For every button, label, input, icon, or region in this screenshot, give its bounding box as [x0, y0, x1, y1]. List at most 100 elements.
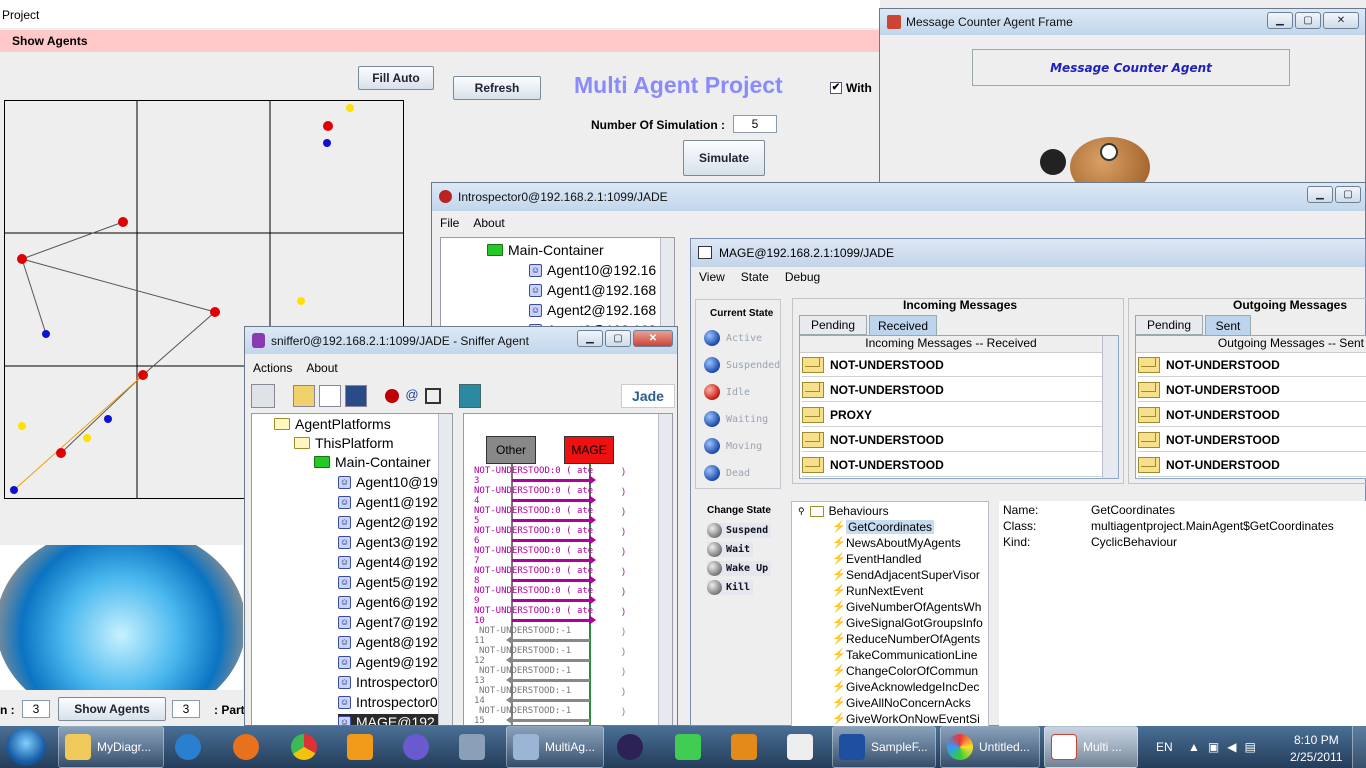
chevron-up-icon[interactable]: ▲	[1188, 740, 1200, 754]
outgoing-message-row[interactable]: NOT-UNDERSTOOD	[1138, 428, 1366, 452]
tree-this-platform[interactable]: ThisPlatform	[294, 435, 394, 451]
incoming-message-row[interactable]: NOT-UNDERSTOOD	[802, 378, 1102, 402]
outgoing-tab-pending[interactable]: Pending	[1135, 315, 1203, 335]
menu-file[interactable]: File	[440, 216, 459, 230]
taskbar-chrome[interactable]	[284, 726, 338, 768]
taskbar-tools[interactable]	[452, 726, 504, 768]
show-agents-menu[interactable]: Show Agents	[0, 30, 880, 52]
wait-button[interactable]: Wait	[707, 542, 754, 557]
incoming-scrollbar[interactable]	[1102, 336, 1118, 478]
taskbar-paint[interactable]: Untitled...	[940, 726, 1040, 768]
tree-agent[interactable]: ☺ Agent3@192	[338, 534, 440, 550]
show-agents-button[interactable]: Show Agents	[58, 697, 166, 721]
behaviours-root[interactable]: ⚲ Behaviours	[798, 504, 889, 518]
behaviour-item[interactable]: ⚡ GiveAcknowledgeIncDec	[832, 680, 979, 694]
tree-agent[interactable]: ☺ Agent9@192	[338, 654, 440, 670]
behaviour-item[interactable]: ⚡ ChangeColorOfCommun	[832, 664, 978, 678]
outgoing-message-row[interactable]: NOT-UNDERSTOOD	[1138, 378, 1366, 402]
behaviour-item[interactable]: ⚡ NewsAboutMyAgents	[832, 536, 961, 550]
taskbar-folder[interactable]: MyDiagr...	[58, 726, 164, 768]
tree-agent[interactable]: ☺ Agent4@192	[338, 554, 440, 570]
record-icon[interactable]	[385, 389, 399, 403]
menu-view[interactable]: View	[699, 270, 725, 284]
close-icon[interactable]: ✕	[1323, 12, 1359, 29]
num-sim-input[interactable]: 5	[733, 115, 777, 133]
kill-button[interactable]: Kill	[707, 580, 754, 595]
trash-icon[interactable]	[251, 384, 275, 408]
behaviour-item[interactable]: ⚡ GiveAllNoConcernAcks	[832, 696, 971, 710]
outgoing-message-row[interactable]: NOT-UNDERSTOOD	[1138, 403, 1366, 427]
sniffer-message-row[interactable]: NOT-UNDERSTOOD:0 ( ate 8)	[464, 566, 660, 586]
tree-agent-selected[interactable]: ☺ MAGE@192	[338, 714, 440, 725]
behaviour-item[interactable]: ⚡ GiveNumberOfAgentsWh	[832, 600, 981, 614]
taskbar-ie[interactable]	[168, 726, 222, 768]
maximize-icon[interactable]: ▢	[605, 330, 631, 347]
tree-main-container[interactable]: Main-Container	[487, 242, 604, 258]
tree-agent[interactable]: ☺ Agent5@192	[338, 574, 440, 590]
refresh-button[interactable]: Refresh	[453, 76, 541, 100]
save-icon[interactable]	[345, 385, 367, 407]
sniffer-message-row[interactable]: NOT-UNDERSTOOD:0 ( ate 4)	[464, 486, 660, 506]
menu-actions[interactable]: Actions	[253, 361, 292, 375]
taskbar-firefox[interactable]	[226, 726, 280, 768]
tree-agent[interactable]: ☺ Agent1@192	[338, 494, 440, 510]
taskbar-eclipse[interactable]	[610, 726, 664, 768]
behaviour-item[interactable]: ⚡ EventHandled	[832, 552, 921, 566]
taskbar-app[interactable]	[396, 726, 450, 768]
behaviour-item[interactable]: ⚡ GiveSignalGotGroupsInfo	[832, 616, 983, 630]
sniffer-message-row[interactable]: NOT-UNDERSTOOD:-1 12)	[464, 646, 660, 666]
menu-about[interactable]: About	[306, 361, 337, 375]
tree-agent[interactable]: ☺ Agent1@192.168	[529, 282, 657, 298]
suspend-button[interactable]: Suspend	[707, 523, 772, 538]
tree-agent[interactable]: ☺ Agent2@192	[338, 514, 440, 530]
with-checkbox[interactable]: ✔ With	[830, 81, 872, 95]
show-desktop-button[interactable]	[1352, 726, 1366, 768]
wake-up-button[interactable]: Wake Up	[707, 561, 772, 576]
tree-agent-platforms[interactable]: AgentPlatforms	[274, 416, 391, 432]
taskbar-windows[interactable]	[724, 726, 778, 768]
sniffer-tree-scrollbar[interactable]	[438, 414, 452, 725]
simulate-button[interactable]: Simulate	[683, 140, 765, 176]
bottom-input-1[interactable]: 3	[22, 700, 50, 718]
sniffer-message-row[interactable]: NOT-UNDERSTOOD:0 ( ate 3)	[464, 466, 660, 486]
start-button[interactable]	[6, 728, 46, 766]
taskbar-media[interactable]	[340, 726, 394, 768]
clock-time[interactable]: 8:10 PM	[1294, 733, 1339, 747]
language-indicator[interactable]: EN	[1156, 740, 1173, 754]
sniffer-canvas-scrollbar[interactable]	[658, 414, 672, 725]
close-icon[interactable]: ✕	[633, 330, 673, 347]
taskbar-editor[interactable]	[780, 726, 830, 768]
sniffer-message-row[interactable]: NOT-UNDERSTOOD:-1 14)	[464, 686, 660, 706]
incoming-message-row[interactable]: PROXY	[802, 403, 1102, 427]
bottom-input-2[interactable]: 3	[172, 700, 200, 718]
sniffer-message-row[interactable]: NOT-UNDERSTOOD:0 ( ate 6)	[464, 526, 660, 546]
device-icon[interactable]: ▣	[1208, 740, 1219, 754]
incoming-message-row[interactable]: NOT-UNDERSTOOD	[802, 453, 1102, 477]
lifeline-mage-header[interactable]: MAGE	[564, 436, 614, 464]
sniffer-message-row[interactable]: NOT-UNDERSTOOD:0 ( ate 7)	[464, 546, 660, 566]
sniffer-message-row[interactable]: NOT-UNDERSTOOD:0 ( ate 9)	[464, 586, 660, 606]
tree-main-container[interactable]: Main-Container	[314, 454, 431, 470]
network-icon[interactable]: ▤	[1244, 740, 1255, 754]
taskbar-qt[interactable]	[668, 726, 722, 768]
frame-icon[interactable]	[425, 388, 441, 404]
taskbar-multiagent[interactable]: MultiAg...	[506, 726, 604, 768]
exit-icon[interactable]	[459, 384, 481, 408]
sniffer-message-row[interactable]: NOT-UNDERSTOOD:-1 11)	[464, 626, 660, 646]
minimize-icon[interactable]: ▁	[1267, 12, 1293, 29]
outgoing-tab-sent[interactable]: Sent	[1205, 315, 1251, 335]
menu-about[interactable]: About	[473, 216, 504, 230]
incoming-message-row[interactable]: NOT-UNDERSTOOD	[802, 428, 1102, 452]
taskbar-word[interactable]: SampleF...	[832, 726, 936, 768]
incoming-tab-received[interactable]: Received	[869, 315, 937, 335]
sniffer-message-row[interactable]: NOT-UNDERSTOOD:0 ( ate 10)	[464, 606, 660, 626]
tree-agent[interactable]: ☺ Agent10@19	[338, 474, 440, 490]
tree-agent[interactable]: ☺ Introspector0	[338, 694, 440, 710]
minimize-icon[interactable]: ▁	[1307, 186, 1333, 203]
minimize-icon[interactable]: ▁	[577, 330, 603, 347]
tree-agent[interactable]: ☺ Agent7@192	[338, 614, 440, 630]
sniffer-message-row[interactable]: NOT-UNDERSTOOD:-1 13)	[464, 666, 660, 686]
lifeline-other-header[interactable]: Other	[486, 436, 536, 464]
sniffer-message-row[interactable]: NOT-UNDERSTOOD:0 ( ate 5)	[464, 506, 660, 526]
tree-agent[interactable]: ☺ Agent8@192	[338, 634, 440, 650]
